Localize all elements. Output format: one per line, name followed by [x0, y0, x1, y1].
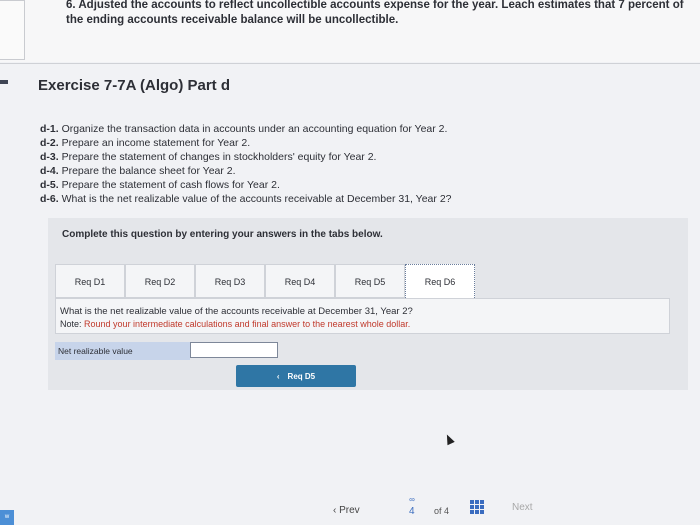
link-icon: ∞: [409, 495, 415, 504]
requirement-label: d-4.: [40, 165, 59, 177]
corner-badge: w: [0, 510, 14, 525]
requirement-text: Prepare an income statement for Year 2.: [61, 137, 251, 149]
requirements-list: d-1. Organize the transaction data in ac…: [40, 122, 452, 206]
requirement-label: d-1.: [40, 123, 59, 135]
tab-req-d4[interactable]: Req D4: [265, 264, 335, 298]
requirement-text: Prepare the statement of changes in stoc…: [61, 151, 377, 163]
page-count: of 4: [434, 506, 450, 516]
requirement-d5: d-5. Prepare the statement of cash flows…: [40, 178, 452, 192]
current-page-number[interactable]: 4: [409, 506, 415, 517]
chevron-left-icon: ‹: [276, 371, 280, 381]
requirement-tabs: Req D1 Req D2 Req D3 Req D4 Req D5 Req D…: [55, 264, 475, 298]
tab-req-d1[interactable]: Req D1: [55, 264, 125, 298]
exercise-title: Exercise 7-7A (Algo) Part d: [38, 77, 231, 94]
net-realizable-value-input[interactable]: [190, 342, 278, 358]
previous-step-box: [0, 0, 25, 60]
requirement-text: What is the net realizable value of the …: [61, 193, 452, 205]
requirement-label: d-3.: [40, 151, 59, 163]
prev-label: Prev: [339, 505, 360, 516]
panel-instruction: Complete this question by entering your …: [62, 229, 383, 240]
note-text: Round your intermediate calculations and…: [84, 319, 411, 329]
section-divider: [0, 63, 700, 64]
prev-tab-label: Req D5: [287, 371, 316, 381]
requirement-text: Prepare the balance sheet for Year 2.: [61, 165, 236, 177]
requirement-text: Prepare the statement of cash flows for …: [61, 179, 280, 191]
left-marker: [0, 80, 8, 84]
tab-req-d5[interactable]: Req D5: [335, 264, 405, 298]
tab-req-d6[interactable]: Req D6: [405, 264, 475, 298]
requirement-text: Organize the transaction data in account…: [61, 123, 448, 135]
requirement-d2: d-2. Prepare an income statement for Yea…: [40, 136, 452, 150]
rounding-note: Note: Round your intermediate calculatio…: [60, 319, 410, 329]
tab-req-d2[interactable]: Req D2: [125, 264, 195, 298]
requirement-label: d-6.: [40, 193, 59, 205]
prev-button[interactable]: ‹ Prev: [333, 505, 360, 516]
note-label: Note:: [60, 319, 82, 329]
requirement-d4: d-4. Prepare the balance sheet for Year …: [40, 164, 452, 178]
question-text: What is the net realizable value of the …: [60, 306, 413, 317]
step-6-text: 6. Adjusted the accounts to reflect unco…: [66, 0, 684, 26]
next-button[interactable]: Next: [512, 502, 533, 513]
requirement-d6: d-6. What is the net realizable value of…: [40, 192, 452, 206]
tab-req-d3[interactable]: Req D3: [195, 264, 265, 298]
requirement-label: d-2.: [40, 137, 59, 149]
requirement-d1: d-1. Organize the transaction data in ac…: [40, 122, 452, 136]
requirement-d3: d-3. Prepare the statement of changes in…: [40, 150, 452, 164]
answer-row: Net realizable value: [55, 342, 278, 360]
mouse-cursor-icon: [443, 432, 455, 446]
prev-tab-button[interactable]: ‹ Req D5: [236, 365, 356, 387]
requirement-label: d-5.: [40, 179, 59, 191]
grid-icon[interactable]: [470, 500, 484, 514]
chevron-left-icon: ‹: [333, 505, 337, 516]
net-realizable-value-label: Net realizable value: [55, 342, 190, 360]
